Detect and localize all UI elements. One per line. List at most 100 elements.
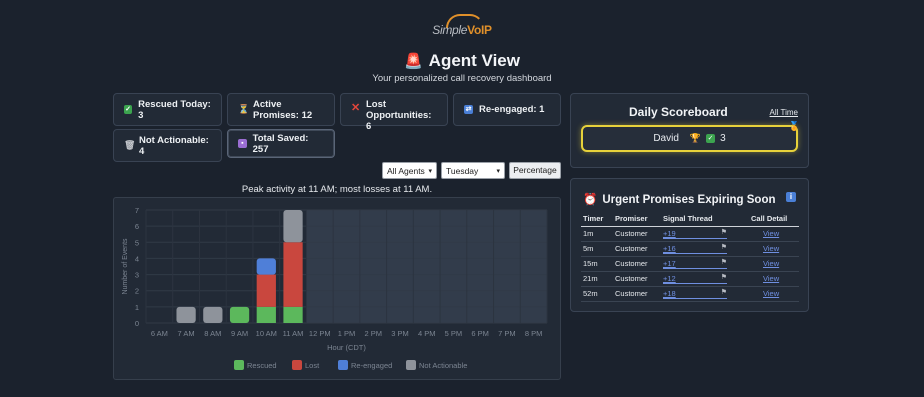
flag-icon: ⚑ — [720, 243, 727, 251]
urgent-promises-table: Timer Promiser Signal Thread Call Detail… — [581, 212, 799, 302]
thread-link[interactable]: +17 — [663, 259, 676, 268]
info-icon[interactable]: i — [786, 192, 796, 202]
activity-chart: 0 1 2 3 4 5 6 7 6 AM 7 AM 8 AM 9 AM 10 AM 11 AM 12 PM 1… — [113, 197, 561, 380]
floppy-disk-icon: ▪ — [238, 139, 247, 148]
page-subtitle: Your personalized call recovery dashboar… — [372, 73, 552, 84]
row-timer: 1m — [581, 226, 613, 242]
scoreboard-count: 3 — [720, 133, 726, 144]
row-thread[interactable]: +12 ⚑ — [661, 271, 749, 287]
page-title: 🚨 Agent View — [0, 51, 924, 71]
stat-active-promises: ⏳ Active Promises: 12 — [227, 93, 335, 126]
urgent-promises-panel: ⏰ Urgent Promises Expiring Soon i Timer P… — [570, 178, 809, 312]
table-row: 21m Customer +12 ⚑ View — [581, 271, 799, 287]
check-icon: ✓ — [706, 134, 716, 143]
x-tick-label: 1 PM — [338, 329, 356, 338]
thread-link[interactable]: +16 — [663, 244, 676, 253]
repeat-icon: ⇄ — [464, 105, 473, 114]
legend-label: Rescued — [247, 361, 277, 370]
table-row: 5m Customer +16 ⚑ View — [581, 241, 799, 257]
future-shaded-region — [306, 210, 547, 323]
percentage-button[interactable]: Percentage — [509, 162, 561, 179]
logo-text-voip: VoIP — [467, 23, 492, 37]
x-tick-label: 11 AM — [283, 329, 304, 338]
view-link[interactable]: View — [763, 274, 779, 283]
flag-icon: ⚑ — [720, 273, 727, 281]
row-thread[interactable]: +19 ⚑ — [661, 226, 749, 242]
row-timer: 21m — [581, 271, 613, 287]
view-link[interactable]: View — [763, 244, 779, 253]
row-promiser: Customer — [613, 241, 661, 257]
row-timer: 52m — [581, 286, 613, 302]
column-header-signal-thread: Signal Thread — [661, 212, 749, 227]
x-tick-label: 5 PM — [445, 329, 463, 338]
x-axis-label: Hour (CDT) — [327, 343, 366, 352]
agent-select[interactable]: All Agents ▾ — [382, 162, 437, 179]
bar-segment-rescued — [256, 306, 276, 323]
bar-segment-re-engaged — [256, 258, 276, 275]
medal-icon: 🏅 — [788, 121, 800, 131]
thread-link[interactable]: +12 — [663, 274, 676, 283]
stat-not-actionable: 🗑 Not Actionable: 4 — [113, 129, 222, 162]
stat-total-saved: ▪ Total Saved: 257 — [227, 129, 335, 158]
column-header-call-detail: Call Detail — [749, 212, 799, 227]
row-thread[interactable]: +17 ⚑ — [661, 256, 749, 272]
x-tick-label: 6 PM — [471, 329, 489, 338]
siren-icon: 🚨 — [403, 53, 423, 70]
y-tick-label: 5 — [135, 238, 139, 247]
chevron-down-icon: ▾ — [496, 167, 500, 175]
x-tick-label: 9 AM — [231, 329, 248, 338]
y-tick-label: 6 — [135, 222, 139, 231]
thread-link[interactable]: +19 — [663, 229, 676, 238]
x-tick-label: 8 PM — [525, 329, 543, 338]
flag-icon: ⚑ — [720, 258, 727, 266]
chevron-down-icon: ▾ — [428, 167, 432, 175]
scoreboard-agent-name: David — [653, 133, 679, 144]
bar-segment-not-actionable — [283, 210, 303, 243]
bar-segment-not-actionable — [203, 306, 223, 323]
trash-icon: 🗑 — [124, 140, 136, 150]
bar-segment-rescued — [229, 306, 250, 323]
row-timer: 5m — [581, 241, 613, 257]
y-tick-label: 0 — [135, 319, 139, 328]
row-thread[interactable]: +18 ⚑ — [661, 286, 749, 302]
bar-segment-rescued — [283, 306, 303, 323]
stat-rescued-label: Rescued Today: 3 — [138, 98, 211, 121]
day-select[interactable]: Tuesday ▾ — [441, 162, 505, 179]
x-tick-label: 6 AM — [151, 329, 168, 338]
x-tick-label: 2 PM — [364, 329, 382, 338]
x-tick-label: 4 PM — [418, 329, 436, 338]
activity-chart-svg: 0 1 2 3 4 5 6 7 6 AM 7 AM 8 AM 9 AM 10 AM 11 AM 12 PM 1… — [122, 206, 548, 370]
legend-swatch — [406, 360, 416, 370]
page-title-text: Agent View — [428, 51, 520, 70]
table-row: 52m Customer +18 ⚑ View — [581, 286, 799, 302]
legend-swatch — [338, 360, 348, 370]
scoreboard-row: David 🏆 ✓ 3 🏅 — [581, 121, 800, 152]
row-timer: 15m — [581, 256, 613, 272]
row-promiser: Customer — [613, 256, 661, 272]
stat-rescued-today: ✓ Rescued Today: 3 — [113, 93, 222, 126]
legend-swatch — [292, 360, 302, 370]
legend-swatch — [234, 360, 244, 370]
scoreboard-title: Daily Scoreboard — [629, 105, 728, 119]
hourglass-icon: ⏳ — [238, 104, 250, 114]
thread-link[interactable]: +18 — [663, 289, 676, 298]
legend-label: Lost — [305, 361, 320, 370]
view-link[interactable]: View — [763, 289, 779, 298]
view-link[interactable]: View — [763, 259, 779, 268]
row-thread[interactable]: +16 ⚑ — [661, 241, 749, 257]
stat-lost-value: 6 — [366, 121, 372, 132]
x-tick-label: 3 PM — [391, 329, 409, 338]
daily-scoreboard-panel: Daily Scoreboard All Time David 🏆 ✓ 3 🏅 — [570, 93, 809, 168]
all-time-link[interactable]: All Time — [770, 108, 798, 117]
bar-segment-lost — [256, 274, 276, 307]
bar-segment-lost — [283, 242, 303, 307]
column-header-timer: Timer — [581, 212, 613, 227]
table-row: 15m Customer +17 ⚑ View — [581, 256, 799, 272]
logo-text-simple: Simple — [432, 23, 468, 37]
trophy-icon: 🏆 — [689, 133, 702, 143]
view-link[interactable]: View — [763, 229, 779, 238]
flag-icon: ⚑ — [720, 228, 727, 236]
stat-total-saved-label: Total Saved: 257 — [252, 132, 309, 155]
stat-reengaged: ⇄ Re-engaged: 1 — [453, 93, 561, 126]
y-axis-label: Number of Events — [122, 238, 129, 295]
